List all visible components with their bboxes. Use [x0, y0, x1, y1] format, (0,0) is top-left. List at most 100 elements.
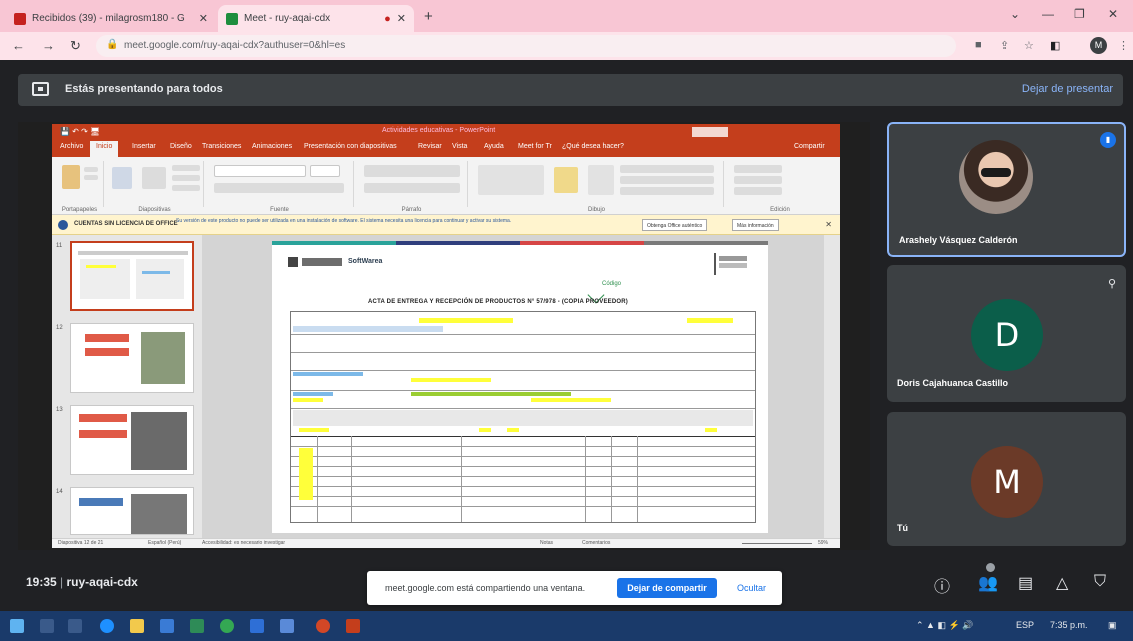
thumb-number: 12 [56, 325, 63, 331]
excel-icon[interactable] [190, 619, 204, 633]
ribbon-group-label: Diapositivas [138, 207, 171, 213]
forward-arrow-icon[interactable]: → [42, 38, 55, 53]
stop-presenting-button[interactable]: Dejar de presentar [1022, 83, 1113, 95]
ribbon-group: Portapapeles [56, 161, 104, 213]
ribbon-group-label: Edición [770, 207, 790, 213]
slide-thumbnail [70, 487, 194, 535]
notes-label: Notas [540, 540, 554, 546]
signin-button [692, 127, 728, 137]
present-screen-icon [32, 82, 49, 96]
camera-icon[interactable]: ■ [975, 39, 982, 51]
comments-label: Comentarios [582, 540, 611, 546]
ribbon-group: Diapositivas [106, 161, 204, 213]
reload-icon[interactable]: ↻ [70, 38, 81, 54]
search-icon[interactable] [40, 619, 54, 633]
address-bar[interactable]: 🔒 meet.google.com/ruy-aqai-cdx?authuser=… [96, 35, 956, 57]
powerpoint-taskbar-icon[interactable] [316, 619, 330, 633]
participant-tile[interactable]: ▮ Arashely Vásquez Calderón [887, 122, 1126, 257]
windows-start-icon[interactable] [10, 619, 24, 633]
task-view-icon[interactable] [68, 619, 82, 633]
notifications-icon[interactable]: ▣ [1108, 620, 1117, 631]
ppt-tab: Transiciones [202, 143, 242, 150]
slide-thumbnail-pane: 11 12 13 14 [52, 235, 200, 538]
edge-icon[interactable] [100, 619, 114, 633]
presenting-text: Estás presentando para todos [65, 83, 223, 95]
powerpoint-icon[interactable] [346, 619, 360, 633]
quick-access-icons: 💾 ↶ ↷ 🖥 [60, 127, 101, 136]
ppt-tab-active: Inicio [90, 141, 119, 157]
store-icon[interactable] [250, 619, 264, 633]
tab-label: Meet - ruy-aqai-cdx [244, 13, 331, 24]
file-explorer-icon[interactable] [130, 619, 144, 633]
tab-search-icon[interactable]: ⌄ [1010, 7, 1020, 21]
acta-form [290, 311, 756, 523]
gov-logo-icon [302, 258, 342, 266]
ribbon-group: Edición [726, 161, 834, 213]
slide: SoftWarea Código ACTA DE ENTREGA Y RECEP… [272, 241, 768, 533]
ppt-tab: Revisar [418, 143, 442, 150]
slide-thumbnail [70, 323, 194, 393]
close-tab-icon[interactable]: ✕ [199, 12, 208, 25]
more-info-button: Más información [732, 219, 779, 231]
ppt-ribbon: Portapapeles Diapositivas Fuente Párrafo [52, 157, 840, 215]
slide-thumbnail [70, 405, 194, 475]
participant-name: Tú [897, 523, 908, 533]
word-icon[interactable] [160, 619, 174, 633]
warning-title: CUENTAS SIN LICENCIA DE OFFICE [74, 221, 178, 227]
close-window-button[interactable]: ✕ [1108, 7, 1118, 21]
slide-thumbnail [70, 241, 194, 311]
toolbar: ← → ↻ 🔒 meet.google.com/ruy-aqai-cdx?aut… [0, 32, 1133, 60]
ribbon-group-label: Dibujo [587, 207, 605, 213]
stop-sharing-button[interactable]: Dejar de compartir [617, 578, 717, 598]
zoom-level: 59% [818, 540, 829, 546]
codigo-annotation: Código [602, 281, 622, 287]
chat-icon[interactable]: ▤ [1018, 573, 1033, 593]
warning-text: Su versión de este producto no puede ser… [176, 218, 512, 224]
participant-name: Arashely Vásquez Calderón [899, 235, 1018, 245]
extensions-icon[interactable]: ◧ [1050, 39, 1060, 52]
tab-meet[interactable]: Meet - ruy-aqai-cdx ● ✕ [218, 5, 414, 32]
participant-tile[interactable]: ⚲ D Doris Cajahuanca Castillo [887, 265, 1126, 402]
meeting-time: 19:35 [26, 575, 57, 589]
info-circle-icon [58, 220, 68, 230]
share-icon[interactable]: ⇪ [1000, 39, 1009, 52]
sharing-notice: meet.google.com está compartiendo una ve… [367, 571, 782, 605]
ribbon-group: Dibujo [470, 161, 724, 213]
back-arrow-icon[interactable]: ← [12, 38, 25, 53]
participant-tile[interactable]: M Tú [887, 412, 1126, 546]
profile-avatar[interactable]: M [1090, 37, 1107, 54]
bookmark-star-icon[interactable]: ☆ [1024, 39, 1034, 52]
kebab-menu-icon[interactable]: ⋮ [1118, 39, 1129, 52]
sunglasses-icon [981, 168, 1011, 177]
people-icon[interactable]: 👥 [978, 573, 998, 593]
new-tab-button[interactable]: + [424, 8, 433, 25]
activities-icon[interactable]: △ [1056, 573, 1068, 593]
mail-icon[interactable] [280, 619, 294, 633]
hide-notice-button[interactable]: Ocultar [737, 583, 766, 593]
participant-name: Doris Cajahuanca Castillo [897, 378, 1009, 388]
ppt-title-bar: 💾 ↶ ↷ 🖥 Actividades educativas - PowerPo… [52, 124, 840, 140]
tab-label: Recibidos (39) - milagrosm180 - G [32, 13, 185, 24]
ppt-ribbon-tabs: Archivo Inicio Insertar Diseño Transicio… [52, 140, 840, 157]
partner-logo-icon [714, 253, 748, 275]
ribbon-group-label: Párrafo [401, 207, 422, 213]
recording-dot-icon: ● [384, 12, 391, 25]
minimize-button[interactable]: — [1042, 7, 1054, 21]
tab-gmail[interactable]: Recibidos (39) - milagrosm180 - G ✕ [6, 5, 216, 32]
close-tab-icon[interactable]: ✕ [397, 12, 406, 25]
language-indicator[interactable]: ESP [1016, 620, 1034, 630]
info-icon[interactable]: ⓘ [934, 573, 950, 597]
address-text: meet.google.com/ruy-aqai-cdx?authuser=0&… [124, 40, 346, 51]
slide-counter: Diapositiva 12 de 21 [58, 540, 104, 546]
meeting-code: ruy-aqai-cdx [66, 575, 138, 589]
participant-photo [959, 140, 1033, 214]
ppt-tab: Meet for Tr [518, 143, 552, 150]
slide-canvas: SoftWarea Código ACTA DE ENTREGA Y RECEP… [202, 235, 824, 538]
lock-icon: 🔒 [106, 39, 119, 50]
ppt-tab: Presentación con diapositivas [304, 143, 397, 150]
maximize-button[interactable]: ❐ [1074, 7, 1085, 21]
form-title: ACTA DE ENTREGA Y RECEPCIÓN DE PRODUCTOS… [368, 299, 628, 305]
host-controls-icon[interactable]: ⛉ [1094, 573, 1106, 591]
taskbar-clock[interactable]: 7:35 p.m. [1050, 620, 1088, 630]
chrome-icon[interactable] [220, 619, 234, 633]
